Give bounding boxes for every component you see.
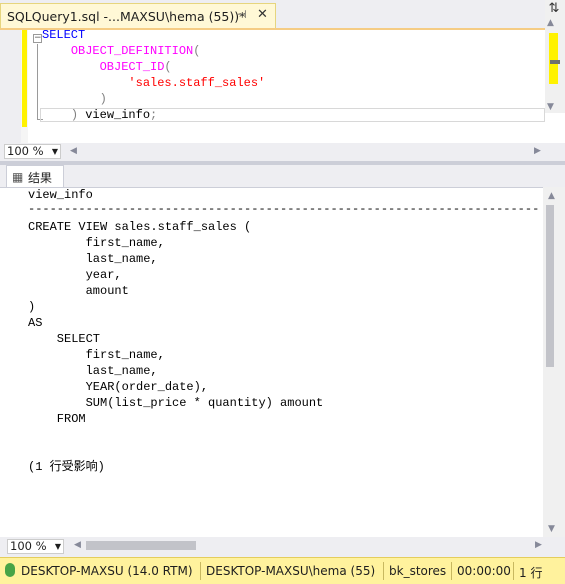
chevron-down-icon: ▼ [51,147,58,156]
editor-zoom-value: 100 % [7,144,44,158]
status-separator [451,562,452,580]
results-scroll-thumb[interactable] [546,205,554,367]
results-tab-strip [0,165,565,187]
scroll-right-icon[interactable]: ▶ [535,540,542,550]
scroll-left-icon[interactable]: ◀ [70,146,77,156]
results-horizontal-scroll-thumb[interactable] [86,541,196,550]
result-line: YEAR(order_date), [28,380,209,394]
paren: ( [164,60,172,74]
close-icon[interactable]: ✕ [257,7,268,22]
status-database: bk_stores [389,564,447,578]
function-object-id: OBJECT_ID [99,60,165,74]
keyword-select: SELECT [42,28,86,42]
result-line: first_name, [28,348,165,362]
outline-line [37,44,38,120]
editor-horizontal-bar [0,143,565,161]
connection-status-icon [5,563,15,577]
scroll-right-icon[interactable]: ▶ [534,146,541,156]
result-line: year, [28,268,122,282]
paren: ) [99,92,107,106]
scroll-down-icon[interactable]: ▼ [547,102,554,112]
status-row-count: 1 行 [519,566,543,580]
result-line: AS [28,316,43,330]
results-tab-label: 结果 [28,171,53,185]
split-window-icon[interactable]: ⇅ [547,2,561,16]
result-line: SUM(list_price * quantity) amount [28,396,324,410]
status-separator [513,562,514,580]
status-separator [383,562,384,580]
results-horizontal-bar [0,537,565,556]
chevron-down-icon: ▼ [54,542,61,551]
string-literal: 'sales.staff_sales' [128,76,266,90]
editor-gutter [0,30,21,143]
paren: ( [193,44,201,58]
function-object-definition: OBJECT_DEFINITION [70,44,194,58]
scrollbar-change-marker [549,33,558,84]
code-line-6: ) view_info; [42,107,157,123]
scrollbar-caret-marker [550,60,560,64]
result-line: SELECT [28,332,101,346]
code-line-3: OBJECT_ID( [42,59,172,75]
status-separator [200,562,201,580]
scroll-down-icon[interactable]: ▼ [548,524,555,534]
result-line: ) [28,300,36,314]
scroll-up-icon[interactable]: ▲ [548,191,555,201]
status-elapsed-time: 00:00:00 [457,564,511,578]
result-line: amount [28,284,129,298]
scroll-up-icon[interactable]: ▲ [547,18,554,28]
status-bar: DESKTOP-MAXSU (14.0 RTM) DESKTOP-MAXSU\h… [0,557,565,584]
unsaved-change-marker [22,30,27,127]
alias-view-info: view_info [78,108,151,122]
result-line: first_name, [28,236,165,250]
document-tab[interactable]: SQLQuery1.sql -...MAXSU\hema (55))* ⊣ ✕ [0,3,276,29]
scroll-left-icon[interactable]: ◀ [74,540,81,550]
query-editor[interactable]: − SELECT OBJECT_DEFINITION( OBJECT_ID( '… [0,27,565,143]
rows-affected-message: (1 行受影响) [28,460,105,474]
tab-results[interactable]: ▦ 结果 [6,165,64,188]
code-line-5: ) [42,91,107,107]
editor-zoom-select[interactable]: 100 % ▼ [4,144,61,159]
result-line: FROM [28,412,86,426]
pin-icon[interactable]: ⊣ [237,8,247,21]
results-divider: ----------------------------------------… [28,202,541,216]
grid-icon: ▦ [12,170,24,184]
results-zoom-value: 100 % [10,539,47,553]
semicolon: ; [150,108,158,122]
paren: ) [70,108,79,122]
result-line: CREATE VIEW sales.staff_sales ( [28,220,252,234]
code-line-1: SELECT [42,27,85,43]
collapse-outline-icon[interactable]: − [33,34,42,43]
document-tab-title: SQLQuery1.sql -...MAXSU\hema (55))* [7,9,246,24]
code-line-2: OBJECT_DEFINITION( [42,43,201,59]
status-user: DESKTOP-MAXSU\hema (55) [206,564,376,578]
result-line: last_name, [28,252,158,266]
result-line: last_name, [28,364,158,378]
results-zoom-select[interactable]: 100 % ▼ [7,539,64,554]
code-line-4: 'sales.staff_sales' [42,75,265,91]
status-server: DESKTOP-MAXSU (14.0 RTM) [21,564,193,578]
